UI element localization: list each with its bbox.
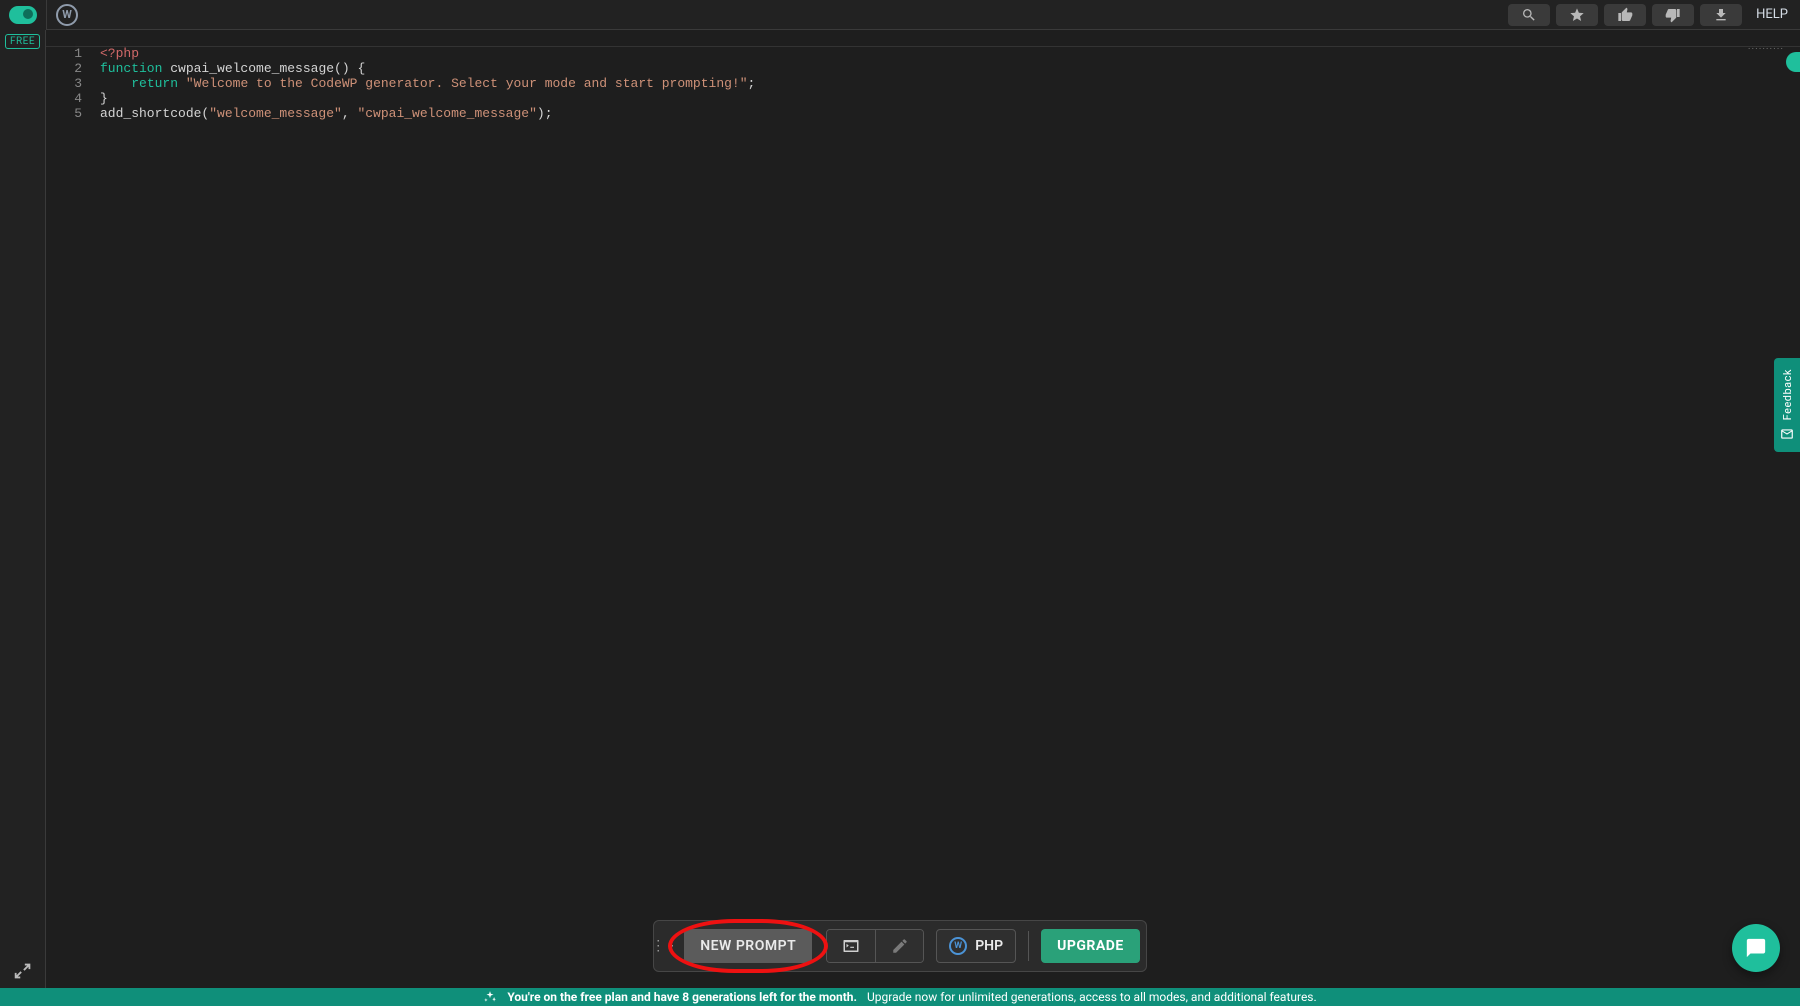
- banner-bold: You're on the free plan and have 8 gener…: [507, 990, 857, 1004]
- top-header: W HELP: [0, 0, 1800, 30]
- line-number: 4: [46, 91, 82, 106]
- minimap: ··········: [1748, 44, 1784, 55]
- token-string: "cwpai_welcome_message": [357, 106, 536, 121]
- tool-segment: [826, 929, 924, 963]
- mode-label: PHP: [975, 938, 1003, 954]
- terminal-icon: [842, 937, 860, 955]
- drag-handle-icon[interactable]: ⋮⋮: [660, 938, 670, 954]
- download-button[interactable]: [1700, 4, 1742, 26]
- sparkle-icon: [483, 990, 497, 1004]
- fullscreen-toggle[interactable]: [12, 960, 34, 982]
- token: add_shortcode(: [100, 106, 209, 121]
- token: ,: [342, 106, 358, 121]
- feedback-icon: [1780, 427, 1794, 441]
- token-string: "welcome_message": [209, 106, 342, 121]
- wordpress-icon[interactable]: W: [47, 0, 87, 30]
- terminal-button[interactable]: [827, 930, 875, 962]
- expand-icon: [12, 960, 34, 982]
- token-keyword: return: [131, 76, 178, 91]
- pencil-icon: [891, 937, 909, 955]
- left-rail: FREE: [0, 30, 46, 988]
- upgrade-button[interactable]: UPGRADE: [1041, 929, 1140, 963]
- code-editor[interactable]: 1 2 3 4 5 <?php function cwpai_welcome_m…: [46, 30, 1800, 988]
- side-accent: [1786, 52, 1800, 72]
- chat-icon: [1745, 937, 1767, 959]
- line-number: 3: [46, 76, 82, 91]
- edit-button[interactable]: [875, 930, 923, 962]
- mode-selector[interactable]: W PHP: [936, 929, 1016, 963]
- line-number: 5: [46, 106, 82, 121]
- thumbs-up-icon: [1617, 7, 1633, 23]
- plan-badge: FREE: [5, 34, 40, 49]
- search-button[interactable]: [1508, 4, 1550, 26]
- new-prompt-button[interactable]: NEW PROMPT: [684, 929, 812, 963]
- star-icon: [1569, 7, 1585, 23]
- new-prompt-highlight: NEW PROMPT: [682, 927, 814, 965]
- line-gutter: 1 2 3 4 5: [46, 46, 94, 121]
- plan-banner[interactable]: You're on the free plan and have 8 gener…: [0, 988, 1800, 1006]
- header-actions: HELP: [1508, 4, 1798, 26]
- header-left: W: [0, 0, 87, 29]
- token-keyword: function: [100, 61, 162, 76]
- token: }: [100, 91, 108, 106]
- token-space: [178, 76, 186, 91]
- token-punct: ;: [748, 76, 756, 91]
- feedback-tab[interactable]: Feedback: [1774, 358, 1800, 452]
- code-body[interactable]: <?php function cwpai_welcome_message() {…: [100, 46, 1790, 121]
- token: cwpai_welcome_message() {: [162, 61, 365, 76]
- chat-fab[interactable]: [1732, 924, 1780, 972]
- banner-text: Upgrade now for unlimited generations, a…: [867, 990, 1317, 1004]
- bottom-toolbar: ⋮⋮ NEW PROMPT W PHP UPGRADE: [653, 920, 1147, 972]
- line-number: 2: [46, 61, 82, 76]
- help-link[interactable]: HELP: [1748, 7, 1796, 22]
- token-string: "Welcome to the CodeWP generator. Select…: [186, 76, 748, 91]
- thumbs-down-icon: [1665, 7, 1681, 23]
- search-icon: [1521, 7, 1537, 23]
- line-number: 1: [46, 46, 82, 61]
- thumbs-down-button[interactable]: [1652, 4, 1694, 26]
- codewp-logo[interactable]: [0, 0, 46, 30]
- divider: [1028, 931, 1029, 961]
- favorite-button[interactable]: [1556, 4, 1598, 26]
- wordpress-icon: W: [949, 937, 967, 955]
- token: );: [537, 106, 553, 121]
- download-icon: [1713, 7, 1729, 23]
- token-indent: [100, 76, 131, 91]
- thumbs-up-button[interactable]: [1604, 4, 1646, 26]
- token-phptag: <?php: [100, 46, 139, 61]
- feedback-label: Feedback: [1781, 369, 1794, 420]
